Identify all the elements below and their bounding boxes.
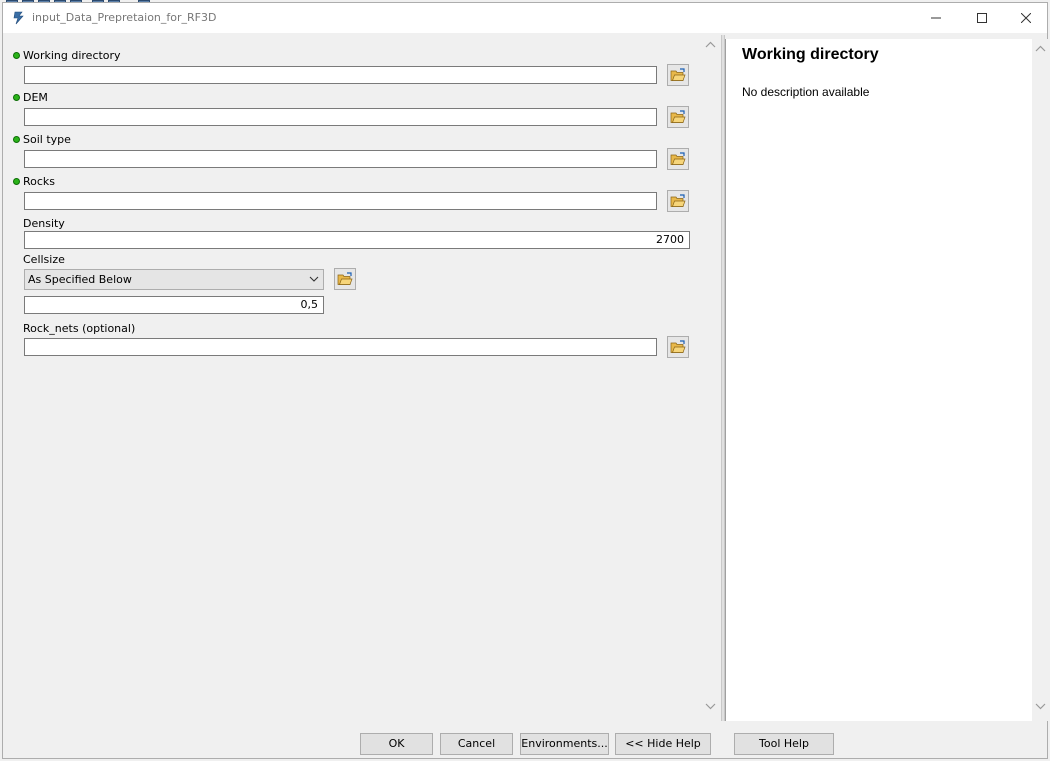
ok-button[interactable]: OK <box>360 733 433 755</box>
soil-type-label: Soil type <box>23 133 71 146</box>
scroll-up-arrow-icon[interactable] <box>705 39 716 54</box>
hide-help-button[interactable]: << Hide Help <box>615 733 711 755</box>
working-directory-input[interactable] <box>24 66 657 84</box>
rock-nets-label: Rock_nets (optional) <box>23 322 136 335</box>
dem-label: DEM <box>23 91 48 104</box>
open-folder-icon <box>670 68 686 81</box>
scroll-up-arrow-icon[interactable] <box>1035 43 1046 58</box>
density-label: Density <box>23 217 65 230</box>
rocks-label: Rocks <box>23 175 56 188</box>
tool-dialog-window: input_Data_Prepretaion_for_RF3D Working … <box>2 2 1049 759</box>
density-input[interactable]: 2700 <box>24 231 690 249</box>
cancel-button[interactable]: Cancel <box>440 733 513 755</box>
open-folder-icon <box>670 340 686 353</box>
working-directory-label: Working directory <box>23 49 121 62</box>
environments-button[interactable]: Environments... <box>520 733 609 755</box>
required-parameter-dot-icon <box>13 52 20 59</box>
minimize-icon <box>931 17 941 19</box>
parameters-scrollbar[interactable] <box>702 35 719 721</box>
maximize-button[interactable] <box>959 3 1005 33</box>
rock-nets-input[interactable] <box>24 338 657 356</box>
cellsize-browse-button[interactable] <box>334 268 356 290</box>
close-button[interactable] <box>1003 3 1049 33</box>
required-parameter-dot-icon <box>13 178 20 185</box>
dem-browse-button[interactable] <box>667 106 689 128</box>
rocks-input[interactable] <box>24 192 657 210</box>
cellsize-label: Cellsize <box>23 253 65 266</box>
window-title: input_Data_Prepretaion_for_RF3D <box>32 11 217 24</box>
dem-input[interactable] <box>24 108 657 126</box>
help-pane: Working directory No description availab… <box>725 39 1038 721</box>
help-scrollbar[interactable] <box>1032 39 1049 721</box>
model-tool-icon <box>12 11 26 25</box>
scroll-down-arrow-icon[interactable] <box>1035 700 1046 715</box>
rocks-browse-button[interactable] <box>667 190 689 212</box>
cellsize-selected-value: As Specified Below <box>28 273 132 286</box>
open-folder-icon <box>337 272 353 285</box>
open-folder-icon <box>670 152 686 165</box>
soil-type-input[interactable] <box>24 150 657 168</box>
required-parameter-dot-icon <box>13 136 20 143</box>
parameters-pane: Working directory DEM Soil type Rocks De… <box>5 35 719 721</box>
close-icon <box>1021 13 1031 23</box>
title-bar: input_Data_Prepretaion_for_RF3D <box>3 3 1047 33</box>
required-parameter-dot-icon <box>13 94 20 101</box>
maximize-icon <box>977 13 987 23</box>
cellsize-value-input[interactable]: 0,5 <box>24 296 324 314</box>
chevron-down-icon <box>309 272 319 292</box>
tool-help-button[interactable]: Tool Help <box>734 733 834 755</box>
cellsize-dropdown[interactable]: As Specified Below <box>24 269 324 290</box>
working-directory-browse-button[interactable] <box>667 64 689 86</box>
open-folder-icon <box>670 194 686 207</box>
open-folder-icon <box>670 110 686 123</box>
soil-type-browse-button[interactable] <box>667 148 689 170</box>
minimize-button[interactable] <box>913 3 959 33</box>
rock-nets-browse-button[interactable] <box>667 336 689 358</box>
scroll-down-arrow-icon[interactable] <box>705 700 716 715</box>
help-description: No description available <box>742 85 870 99</box>
help-title: Working directory <box>742 46 879 63</box>
